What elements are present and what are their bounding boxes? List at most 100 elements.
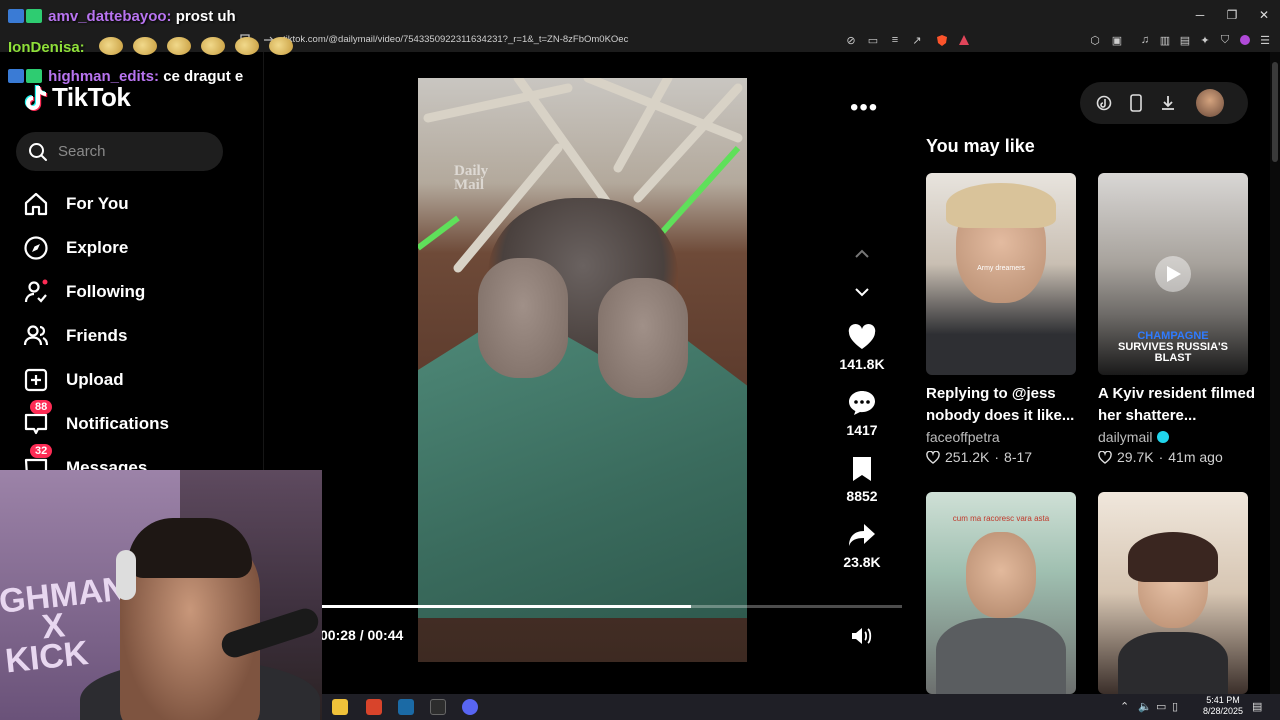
recommendation-card[interactable]: Army dreamers Replying to @jess nobody d… — [926, 173, 1076, 465]
thumbnail-caption: Army dreamers — [977, 265, 1025, 272]
brave-shield-icon[interactable] — [935, 33, 949, 47]
media-icon[interactable]: ♫ — [1138, 33, 1152, 47]
leo-icon[interactable]: ✦ — [1198, 33, 1212, 47]
scrollbar-thumb[interactable] — [1272, 62, 1278, 162]
coin-icon[interactable] — [1094, 93, 1114, 113]
volume-icon[interactable] — [850, 626, 874, 646]
menu-icon[interactable]: ☰ — [1258, 33, 1272, 47]
comment-action[interactable]: 1417 — [830, 390, 894, 438]
video-thumbnail[interactable] — [1098, 492, 1248, 694]
webcam-overlay: GHMAN X KICK — [0, 470, 322, 720]
notification-center-icon[interactable]: ▤ — [1252, 700, 1262, 713]
url-text[interactable]: tiktok.com/@dailymail/video/754335092231… — [283, 34, 628, 45]
save-action[interactable]: 8852 — [830, 456, 894, 504]
chevron-down-icon[interactable] — [852, 282, 872, 302]
vpn-icon[interactable]: ⛉ — [1218, 33, 1232, 47]
screenshot-icon[interactable]: ▣ — [1110, 33, 1124, 47]
video-thumbnail[interactable]: Army dreamers — [926, 173, 1076, 375]
nav-notifications[interactable]: 88 Notifications — [22, 400, 169, 442]
network-tray-icon[interactable]: ▭ — [1156, 700, 1166, 713]
emote-icon — [98, 37, 123, 55]
logo-text: TikTok — [52, 82, 131, 112]
orangutan-hands — [468, 258, 708, 398]
bookmark-icon[interactable] — [851, 456, 873, 482]
chat-text: prost uh — [175, 8, 236, 25]
recommendation-card[interactable]: CHAMPAGNE SURVIVES RUSSIA'S BLAST A Kyiv… — [1098, 173, 1255, 465]
profile-extension-icon[interactable] — [1238, 33, 1252, 47]
mobile-icon[interactable] — [1126, 93, 1146, 113]
search-input[interactable] — [58, 143, 208, 160]
chevron-up-icon[interactable] — [852, 244, 872, 264]
card-title[interactable]: Replying to @jess nobody does it like... — [926, 383, 1084, 427]
chat-badge-icon — [8, 69, 24, 83]
brave-rewards-icon[interactable] — [957, 33, 971, 47]
steam-icon[interactable] — [398, 699, 414, 715]
tiktok-logo-icon — [24, 84, 48, 111]
share-action[interactable]: 23.8K — [830, 522, 894, 570]
nav-friends[interactable]: Friends — [22, 318, 127, 354]
tiktok-logo[interactable]: TikTok — [22, 82, 131, 113]
reader-icon[interactable]: ≡ — [888, 33, 902, 47]
volume-tray-icon[interactable]: 🔈 — [1138, 700, 1152, 713]
taskbar-clock[interactable]: 5:41 PM 8/28/2025 — [1196, 695, 1250, 717]
following-icon — [22, 278, 50, 306]
wallet-icon[interactable]: ▤ — [1178, 33, 1192, 47]
home-icon — [22, 190, 50, 218]
download-icon[interactable] — [1158, 93, 1178, 113]
nav-label: For You — [66, 194, 129, 213]
card-meta: 29.7K · 41m ago — [1098, 449, 1248, 465]
card-title[interactable]: A Kyiv resident filmed her shattere... — [1098, 383, 1256, 427]
recommendation-card[interactable] — [1098, 492, 1248, 694]
video-frame[interactable]: Daily Mail — [418, 78, 747, 662]
heart-icon[interactable] — [848, 324, 876, 350]
save-count: 8852 — [846, 488, 878, 504]
like-action[interactable]: 141.8K — [830, 324, 894, 372]
nav-for-you[interactable]: For You — [22, 186, 129, 222]
comment-icon[interactable] — [848, 390, 876, 416]
minimize-button[interactable]: ─ — [1184, 0, 1216, 30]
page-scrollbar[interactable] — [1270, 52, 1280, 694]
cast-icon[interactable]: ▭ — [866, 33, 880, 47]
video-player[interactable]: Daily Mail ••• 141.8K 1417 8852 23.8K 00… — [320, 78, 902, 662]
friends-icon — [22, 322, 50, 350]
profile-avatar[interactable] — [1196, 89, 1224, 117]
progress-bar[interactable] — [322, 605, 902, 608]
headset-icon — [116, 550, 136, 600]
share-arrow-icon[interactable] — [848, 522, 876, 548]
comment-count: 1417 — [846, 422, 878, 438]
tracking-off-icon[interactable]: ⊘ — [844, 33, 858, 47]
video-thumbnail[interactable]: cum ma racoresc vara asta — [926, 492, 1076, 694]
browser-taskbar-icon[interactable] — [366, 699, 382, 715]
messages-badge: 32 — [30, 444, 53, 458]
like-count: 141.8K — [839, 356, 885, 372]
recommendation-card[interactable]: cum ma racoresc vara asta — [926, 492, 1076, 694]
nav-following[interactable]: Following — [22, 274, 145, 310]
tray-chevron-icon[interactable]: ⌃ — [1120, 700, 1129, 713]
nav-explore[interactable]: Explore — [22, 230, 128, 266]
chat-username: IonDenisa: — [8, 39, 85, 56]
heart-outline-icon — [1098, 450, 1112, 464]
search-box[interactable] — [16, 132, 223, 171]
terminal-icon[interactable] — [430, 699, 446, 715]
more-options-icon[interactable]: ••• — [850, 94, 878, 122]
sidebar-toggle-icon[interactable]: ▥ — [1158, 33, 1172, 47]
file-explorer-icon[interactable] — [332, 699, 348, 715]
progress-fill — [322, 605, 692, 608]
extensions-icon[interactable]: ⬡ — [1088, 33, 1102, 47]
compass-icon — [22, 234, 50, 262]
video-thumbnail[interactable]: CHAMPAGNE SURVIVES RUSSIA'S BLAST — [1098, 173, 1248, 375]
card-author[interactable]: dailymail — [1098, 429, 1248, 445]
chat-username: highman_edits: — [48, 68, 160, 85]
close-button[interactable]: ✕ — [1248, 0, 1280, 30]
nav-upload[interactable]: Upload — [22, 362, 124, 398]
verified-icon — [1157, 431, 1170, 443]
card-author[interactable]: faceoffpetra — [926, 429, 1076, 445]
share-icon[interactable]: ↗ — [910, 33, 924, 47]
maximize-button[interactable]: ❐ — [1216, 0, 1248, 30]
emote-icon — [166, 37, 191, 55]
you-may-like-title: You may like — [926, 136, 1035, 156]
streamer-hair — [128, 518, 252, 578]
battery-tray-icon[interactable]: ▯ — [1172, 700, 1178, 713]
emote-icon — [234, 37, 259, 55]
discord-icon[interactable] — [462, 699, 478, 715]
